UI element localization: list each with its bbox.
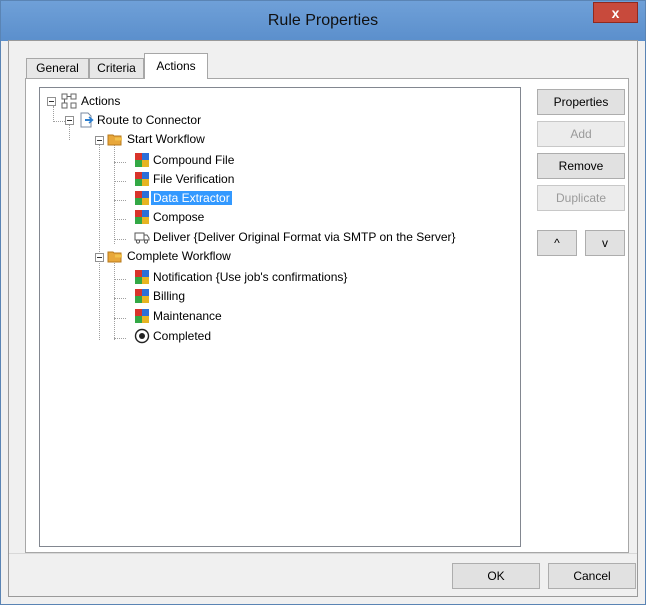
actions-tree[interactable]: Actions Route to Connector Start Workflo… <box>39 87 521 547</box>
tree-node-deliver[interactable]: Deliver {Deliver Original Format via SMT… <box>151 228 458 246</box>
tree-node-notification[interactable]: Notification {Use job's confirmations} <box>151 268 349 286</box>
connector-document-icon <box>80 112 94 128</box>
move-up-button[interactable]: ^ <box>537 230 577 256</box>
close-button[interactable]: x <box>593 2 638 23</box>
puzzle-icon <box>135 172 149 186</box>
tree-node-actions[interactable]: Actions <box>79 92 122 110</box>
remove-button[interactable]: Remove <box>537 153 625 179</box>
window-title: Rule Properties <box>267 12 379 29</box>
tree-node-file-verification[interactable]: File Verification <box>151 170 236 188</box>
puzzle-icon <box>135 309 149 323</box>
add-button[interactable]: Add <box>537 121 625 147</box>
footer-divider <box>9 553 637 554</box>
puzzle-icon <box>135 289 149 303</box>
workflow-diagram-icon <box>61 93 77 109</box>
cancel-button[interactable]: Cancel <box>548 563 636 589</box>
collapse-toggle-actions[interactable] <box>47 97 56 106</box>
puzzle-icon <box>135 270 149 284</box>
folder-arrow-icon <box>107 251 122 263</box>
tree-node-maintenance[interactable]: Maintenance <box>151 307 224 325</box>
tree-node-compose[interactable]: Compose <box>151 208 206 226</box>
tree-node-data-extractor[interactable]: Data Extractor <box>151 189 232 207</box>
tree-node-start-workflow[interactable]: Start Workflow <box>125 130 207 148</box>
tree-node-route-to-connector[interactable]: Route to Connector <box>95 111 203 129</box>
puzzle-icon <box>135 153 149 167</box>
stop-circle-icon <box>134 328 150 344</box>
title-bar[interactable]: Rule Properties x <box>1 1 645 41</box>
move-down-button[interactable]: v <box>585 230 625 256</box>
ok-button[interactable]: OK <box>452 563 540 589</box>
tab-criteria[interactable]: Criteria <box>89 58 144 78</box>
puzzle-icon <box>135 191 149 205</box>
deliver-truck-icon <box>134 232 150 244</box>
tree-node-billing[interactable]: Billing <box>151 287 187 305</box>
duplicate-button[interactable]: Duplicate <box>537 185 625 211</box>
collapse-toggle-start-workflow[interactable] <box>95 136 104 145</box>
tab-general[interactable]: General <box>26 58 89 78</box>
folder-arrow-icon <box>107 134 122 146</box>
puzzle-icon <box>135 210 149 224</box>
tree-node-compound-file[interactable]: Compound File <box>151 151 236 169</box>
properties-button[interactable]: Properties <box>537 89 625 115</box>
collapse-toggle-route[interactable] <box>65 116 74 125</box>
tree-node-complete-workflow[interactable]: Complete Workflow <box>125 247 233 265</box>
collapse-toggle-complete-workflow[interactable] <box>95 253 104 262</box>
tab-actions[interactable]: Actions <box>144 53 208 79</box>
tree-node-completed[interactable]: Completed <box>151 327 213 345</box>
